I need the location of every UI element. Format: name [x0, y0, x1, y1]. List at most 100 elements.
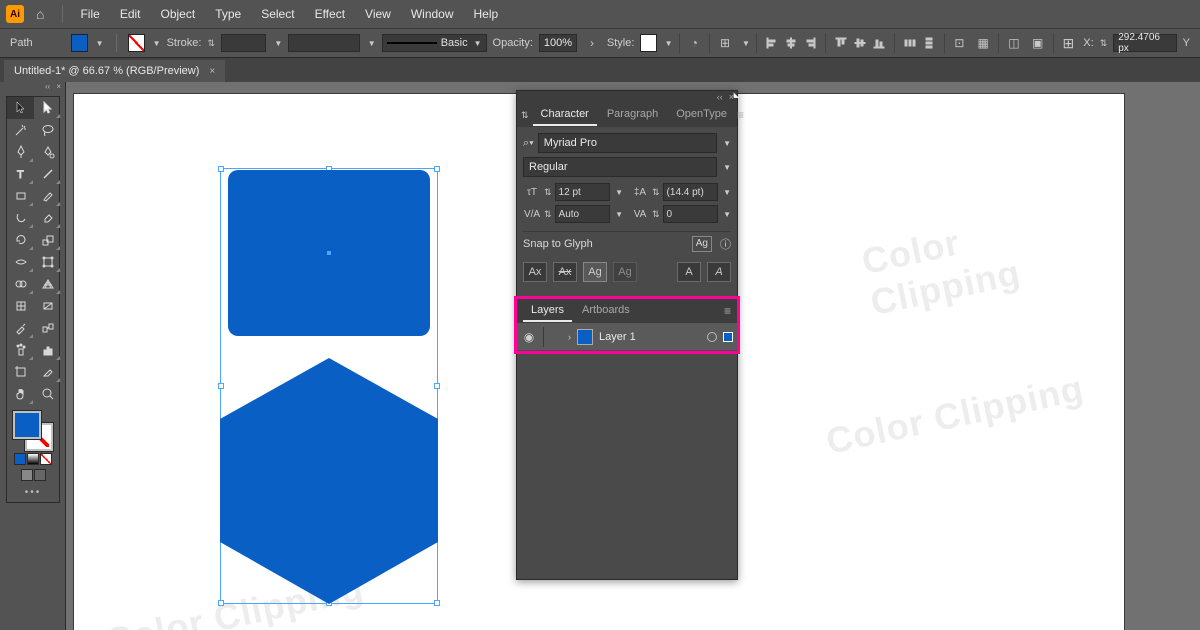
selection-tool[interactable] [7, 97, 34, 119]
curvature-tool[interactable] [34, 141, 61, 163]
menu-window[interactable]: Window [402, 3, 463, 25]
screen-mode-normal[interactable] [21, 469, 33, 481]
panel-collapse-controls[interactable]: ‹‹ × [45, 82, 65, 92]
menu-help[interactable]: Help [465, 3, 508, 25]
brush-definition-select[interactable]: Basic▼ [382, 34, 487, 52]
transform-icon[interactable]: ⊡ [950, 33, 968, 53]
align-left-icon[interactable] [763, 34, 781, 52]
chevron-down-icon[interactable]: ▼ [368, 39, 376, 48]
tab-opentype[interactable]: OpenType [668, 104, 735, 126]
color-mode-solid[interactable] [14, 453, 26, 465]
stroke-color-swatch[interactable] [128, 34, 144, 52]
stepper-icon[interactable]: ⇅ [544, 187, 552, 198]
width-tool[interactable] [7, 251, 34, 273]
close-icon[interactable]: × [56, 82, 61, 92]
zoom-tool[interactable] [34, 383, 61, 405]
tab-close-icon[interactable]: × [209, 66, 215, 77]
panel-menu-icon[interactable]: ≡ [737, 108, 744, 122]
chevron-down-icon[interactable]: ▼ [723, 210, 731, 219]
glyph-btn-3[interactable]: Ag [583, 262, 607, 282]
isolate-icon[interactable]: ◫ [1005, 33, 1023, 53]
eyedropper-tool[interactable] [7, 317, 34, 339]
eraser-tool[interactable] [34, 207, 61, 229]
stroke-profile-preview[interactable] [288, 34, 359, 52]
menu-view[interactable]: View [356, 3, 400, 25]
chevron-right-icon[interactable]: › [583, 33, 601, 53]
slice-tool[interactable] [34, 361, 61, 383]
color-mode-none[interactable] [40, 453, 52, 465]
gradient-tool[interactable] [34, 295, 61, 317]
panel-menu-icon[interactable]: ≡ [724, 304, 731, 318]
chevron-down-icon[interactable]: ▼ [723, 163, 731, 172]
menu-object[interactable]: Object [152, 3, 205, 25]
tab-layers[interactable]: Layers [523, 300, 572, 322]
stroke-weight-input[interactable] [221, 34, 266, 52]
glyph-btn-4[interactable]: Ag [613, 262, 637, 282]
align-right-icon[interactable] [801, 34, 819, 52]
chevron-icon[interactable]: ⇅ [521, 110, 529, 121]
hand-tool[interactable] [7, 383, 34, 405]
shaper-tool[interactable] [7, 207, 34, 229]
free-transform-tool[interactable] [34, 251, 61, 273]
graphic-style-swatch[interactable] [640, 34, 656, 52]
tab-character[interactable]: Character [533, 104, 597, 126]
resize-handle[interactable] [218, 166, 224, 172]
menu-effect[interactable]: Effect [306, 3, 354, 25]
chevron-down-icon[interactable]: ▼ [615, 210, 623, 219]
type-tool[interactable]: T [7, 163, 34, 185]
glyph-snap-icon[interactable]: Ag [692, 236, 712, 252]
collapse-icon[interactable]: ‹‹ [45, 82, 50, 92]
menu-select[interactable]: Select [252, 3, 303, 25]
opacity-input[interactable]: 100% [539, 34, 577, 52]
shape-builder-icon[interactable]: ▦ [974, 33, 992, 53]
leading-input[interactable]: (14.4 pt) [663, 183, 719, 201]
chevron-down-icon[interactable]: ▼ [723, 188, 731, 197]
font-size-input[interactable]: 12 pt [555, 183, 611, 201]
target-icon[interactable] [707, 332, 717, 342]
tracking-input[interactable]: 0 [663, 205, 719, 223]
fill-stroke-toggle[interactable] [13, 411, 53, 451]
home-icon[interactable]: ⌂ [36, 6, 44, 22]
menu-file[interactable]: File [71, 3, 108, 25]
collapse-icon[interactable]: ‹‹ [717, 92, 723, 102]
menu-edit[interactable]: Edit [111, 3, 150, 25]
tab-artboards[interactable]: Artboards [574, 300, 638, 322]
font-style-select[interactable]: Regular [523, 157, 717, 177]
chevron-down-icon[interactable]: ▼ [615, 188, 623, 197]
stepper-icon[interactable]: ⇅ [1100, 38, 1108, 49]
kerning-input[interactable]: Auto [555, 205, 611, 223]
align-bottom-icon[interactable] [870, 34, 888, 52]
layer-row[interactable]: ◉ › Layer 1 ◣ [517, 323, 737, 351]
distribute-v-icon[interactable] [920, 34, 938, 52]
glyph-btn-5[interactable]: A [677, 262, 701, 282]
rectangle-tool[interactable] [7, 185, 34, 207]
paintbrush-tool[interactable] [34, 185, 61, 207]
distribute-h-icon[interactable] [901, 34, 919, 52]
glyph-btn-6[interactable]: A [707, 262, 731, 282]
edit-icon[interactable]: ▣ [1029, 33, 1047, 53]
chevron-down-icon[interactable]: ▼ [153, 39, 161, 48]
floating-panel[interactable]: ‹‹ × ⇅ Character Paragraph OpenType ≡ ⌕▾… [516, 90, 738, 580]
fill-swatch[interactable] [13, 411, 41, 439]
align-hcenter-icon[interactable] [782, 34, 800, 52]
align-to-icon[interactable]: ⊞ [716, 33, 734, 53]
chevron-down-icon[interactable]: ▼ [665, 39, 673, 48]
panel-titlebar[interactable]: ‹‹ × [517, 91, 737, 103]
chevron-down-icon[interactable]: ▼ [742, 39, 750, 48]
fill-color-swatch[interactable] [71, 34, 87, 52]
artboard-tool[interactable] [7, 361, 34, 383]
pen-tool[interactable] [7, 141, 34, 163]
align-vcenter-icon[interactable] [851, 34, 869, 52]
blend-tool[interactable] [34, 317, 61, 339]
expand-chevron-icon[interactable]: › [568, 332, 571, 342]
direct-selection-tool[interactable] [34, 97, 61, 119]
recolor-artwork-icon[interactable]: ◔ [685, 33, 703, 53]
shape-builder-tool[interactable] [7, 273, 34, 295]
glyph-btn-1[interactable]: Ax [523, 262, 547, 282]
glyph-btn-2[interactable]: Ax [553, 262, 577, 282]
x-input[interactable]: 292.4706 px [1113, 34, 1176, 52]
line-tool[interactable] [34, 163, 61, 185]
resize-handle[interactable] [434, 166, 440, 172]
symbol-sprayer-tool[interactable] [7, 339, 34, 361]
magic-wand-tool[interactable] [7, 119, 34, 141]
